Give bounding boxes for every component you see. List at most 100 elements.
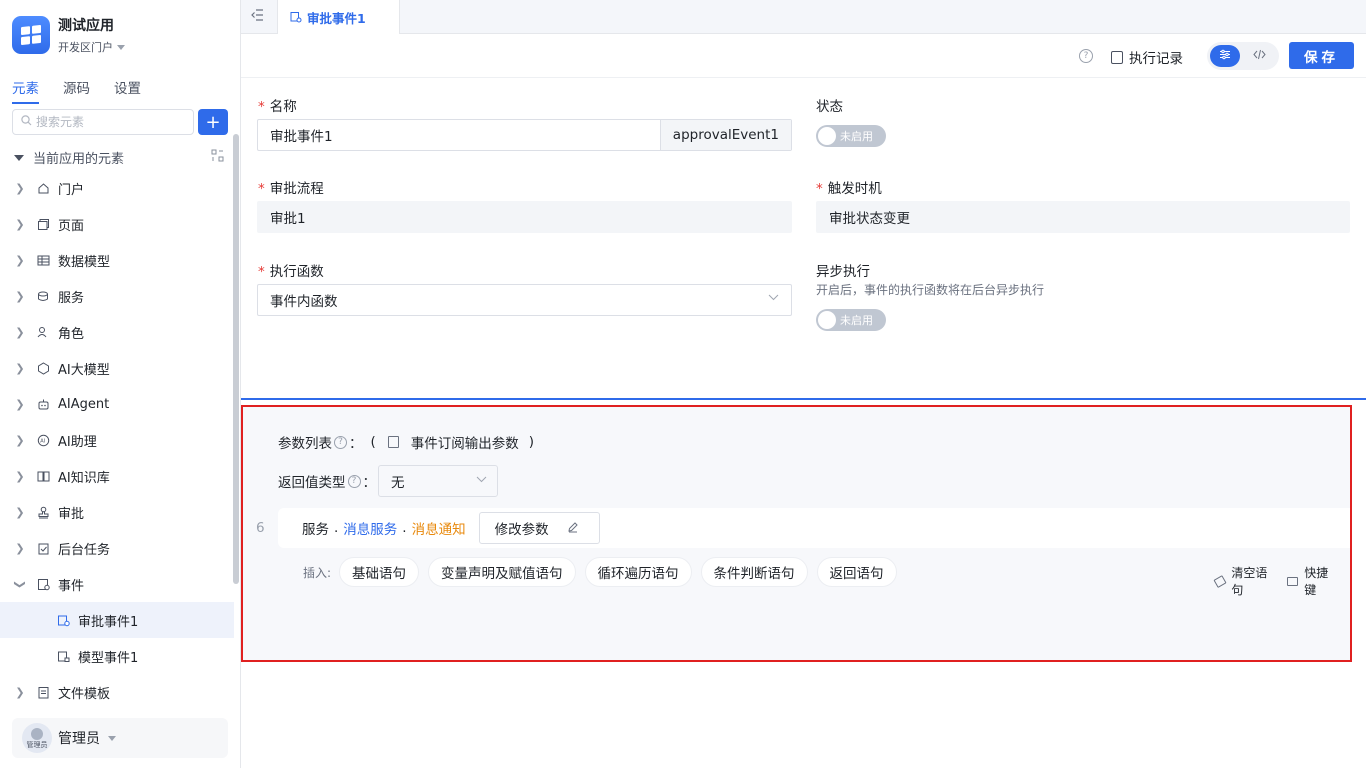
tab-settings[interactable]: 设置 bbox=[114, 77, 141, 104]
code-icon bbox=[1252, 49, 1266, 63]
tree-item-data-model[interactable]: ❯ 数据模型 bbox=[0, 242, 234, 278]
tree-item-event[interactable]: ❯ 事件 bbox=[0, 566, 234, 602]
book-icon bbox=[36, 469, 50, 483]
user-menu[interactable]: 管理员 管理员 bbox=[12, 718, 228, 758]
shortcuts-button[interactable]: 快捷键 bbox=[1287, 564, 1334, 598]
return-label: 返回值类型 bbox=[278, 475, 346, 491]
call-statement[interactable]: 服务. 消息服务. 消息通知 修改参数 bbox=[278, 508, 1350, 548]
status-toggle[interactable]: 未启用 bbox=[816, 125, 886, 147]
tree-item-portal[interactable]: ❯ 门户 bbox=[0, 170, 234, 206]
file-template-icon bbox=[36, 685, 50, 699]
chevron-right-icon: ❯ bbox=[15, 685, 25, 699]
tree-item-ai-knowledge[interactable]: ❯ AI知识库 bbox=[0, 458, 234, 494]
collapse-sidebar-icon[interactable] bbox=[251, 9, 264, 25]
tree-item-ai-model[interactable]: ❯ AI大模型 bbox=[0, 350, 234, 386]
chevron-down-icon bbox=[768, 293, 779, 304]
service-icon bbox=[36, 289, 50, 303]
insert-condition-statement[interactable]: 条件判断语句 bbox=[700, 557, 808, 587]
execution-log-button[interactable]: 执行记录 bbox=[1111, 47, 1183, 67]
search-box bbox=[12, 109, 194, 135]
chevron-right-icon: ❯ bbox=[15, 397, 25, 411]
insert-return-statement[interactable]: 返回语句 bbox=[816, 557, 897, 587]
insert-basic-statement[interactable]: 基础语句 bbox=[339, 557, 420, 587]
tree-item-label: 模型事件1 bbox=[78, 650, 139, 666]
help-icon[interactable]: ? bbox=[334, 435, 347, 449]
eraser-icon bbox=[1213, 574, 1227, 588]
name-field[interactable]: 审批事件1 approvalEvent1 bbox=[257, 119, 792, 151]
tree-item-label: 数据模型 bbox=[58, 254, 111, 270]
robot-icon bbox=[36, 397, 50, 411]
tree-item-ai-agent[interactable]: ❯ AIAgent bbox=[0, 386, 234, 422]
tree-item-label: 页面 bbox=[58, 218, 85, 234]
chevron-down-icon: ❯ bbox=[13, 579, 27, 589]
tree-item-role[interactable]: ❯ 角色 bbox=[0, 314, 234, 350]
tab-approval-event-1[interactable]: 审批事件1 bbox=[277, 0, 400, 35]
chevron-right-icon: ❯ bbox=[15, 217, 25, 231]
insert-toolbar: 插入: 基础语句 变量声明及赋值语句 循环遍历语句 条件判断语句 返回语句 bbox=[303, 557, 906, 587]
trigger-label: * 触发时机 bbox=[816, 181, 882, 197]
tree-item-service[interactable]: ❯ 服务 bbox=[0, 278, 234, 314]
locate-icon[interactable] bbox=[211, 149, 224, 166]
tree-header-label: 当前应用的元素 bbox=[33, 152, 125, 167]
function-select[interactable]: 事件内函数 bbox=[257, 284, 792, 316]
event-icon bbox=[36, 577, 50, 591]
element-tree: ❯ 门户 ❯ 页面 ❯ 数据模型 ❯ 服务 ❯ 角色 ❯ AI大模型 ❯ AIA… bbox=[0, 170, 234, 710]
tab-elements[interactable]: 元素 bbox=[12, 77, 39, 104]
tab-label: 审批事件1 bbox=[307, 10, 366, 26]
flow-label: * 审批流程 bbox=[258, 181, 324, 197]
tree-item-background-task[interactable]: ❯ 后台任务 bbox=[0, 530, 234, 566]
chevron-right-icon: ❯ bbox=[15, 289, 25, 303]
tree-item-label: 审批事件1 bbox=[78, 614, 139, 630]
tree-item-label: 服务 bbox=[58, 290, 85, 306]
code-mode-button[interactable] bbox=[1244, 45, 1274, 67]
app-header: 测试应用 开发区门户 bbox=[12, 16, 125, 55]
name-code-suffix: approvalEvent1 bbox=[659, 120, 791, 150]
chevron-right-icon: ❯ bbox=[15, 325, 25, 339]
app-name: 测试应用 bbox=[58, 18, 114, 34]
chevron-right-icon: ❯ bbox=[15, 541, 25, 555]
line-number: 6 bbox=[256, 520, 265, 536]
insert-loop-statement[interactable]: 循环遍历语句 bbox=[584, 557, 692, 587]
chevron-right-icon: ❯ bbox=[15, 361, 25, 375]
tree-item-approval[interactable]: ❯ 审批 bbox=[0, 494, 234, 530]
chevron-down-icon bbox=[117, 44, 125, 50]
return-type-select[interactable]: 无 bbox=[378, 465, 498, 497]
tree-item-label: 审批 bbox=[58, 506, 85, 522]
ai-assistant-icon: AI bbox=[36, 433, 50, 447]
role-icon bbox=[36, 325, 50, 339]
visual-mode-button[interactable] bbox=[1210, 45, 1240, 67]
clear-statements-button[interactable]: 清空语句 bbox=[1213, 564, 1271, 598]
tree-item-label: 后台任务 bbox=[58, 542, 111, 558]
keyboard-icon bbox=[1287, 576, 1299, 586]
tree-item-ai-assistant[interactable]: ❯ AI AI助理 bbox=[0, 422, 234, 458]
tree-item-approval-event-1[interactable]: 审批事件1 bbox=[0, 602, 234, 638]
insert-variable-statement[interactable]: 变量声明及赋值语句 bbox=[428, 557, 576, 587]
split-divider[interactable] bbox=[241, 398, 1366, 400]
tree-item-file-template[interactable]: ❯ 文件模板 bbox=[0, 674, 234, 710]
async-hint: 开启后，事件的执行函数将在后台异步执行 bbox=[816, 283, 1045, 297]
chevron-down-icon bbox=[108, 735, 116, 741]
tree-header[interactable]: 当前应用的元素 bbox=[14, 148, 224, 167]
sidebar-scrollbar[interactable] bbox=[233, 134, 239, 584]
portal-switcher[interactable]: 开发区门户 bbox=[58, 39, 125, 55]
tree-item-pages[interactable]: ❯ 页面 bbox=[0, 206, 234, 242]
chevron-right-icon: ❯ bbox=[15, 469, 25, 483]
async-toggle[interactable]: 未启用 bbox=[816, 309, 886, 331]
approval-event-icon bbox=[290, 11, 302, 23]
save-button[interactable]: 保存 bbox=[1289, 42, 1354, 69]
approval-flow-field[interactable]: 审批1 bbox=[257, 201, 792, 233]
user-name: 管理员 bbox=[58, 731, 100, 747]
add-element-button[interactable]: + bbox=[198, 109, 228, 135]
help-icon[interactable]: ? bbox=[347, 474, 361, 488]
search-input[interactable] bbox=[36, 115, 176, 129]
tree-item-model-event-1[interactable]: 模型事件1 bbox=[0, 638, 234, 674]
sidebar: 测试应用 开发区门户 元素 源码 设置 + 当前应用的元素 bbox=[0, 0, 241, 768]
tree-item-label: 文件模板 bbox=[58, 686, 111, 702]
edit-params-button[interactable]: 修改参数 bbox=[478, 512, 600, 544]
tab-source[interactable]: 源码 bbox=[63, 77, 90, 104]
method-name: 消息通知 bbox=[411, 522, 466, 538]
trigger-field[interactable]: 审批状态变更 bbox=[816, 201, 1350, 233]
trigger-value: 审批状态变更 bbox=[829, 211, 910, 227]
help-icon[interactable]: ? bbox=[1079, 49, 1093, 63]
status-label: 状态 bbox=[816, 99, 843, 115]
